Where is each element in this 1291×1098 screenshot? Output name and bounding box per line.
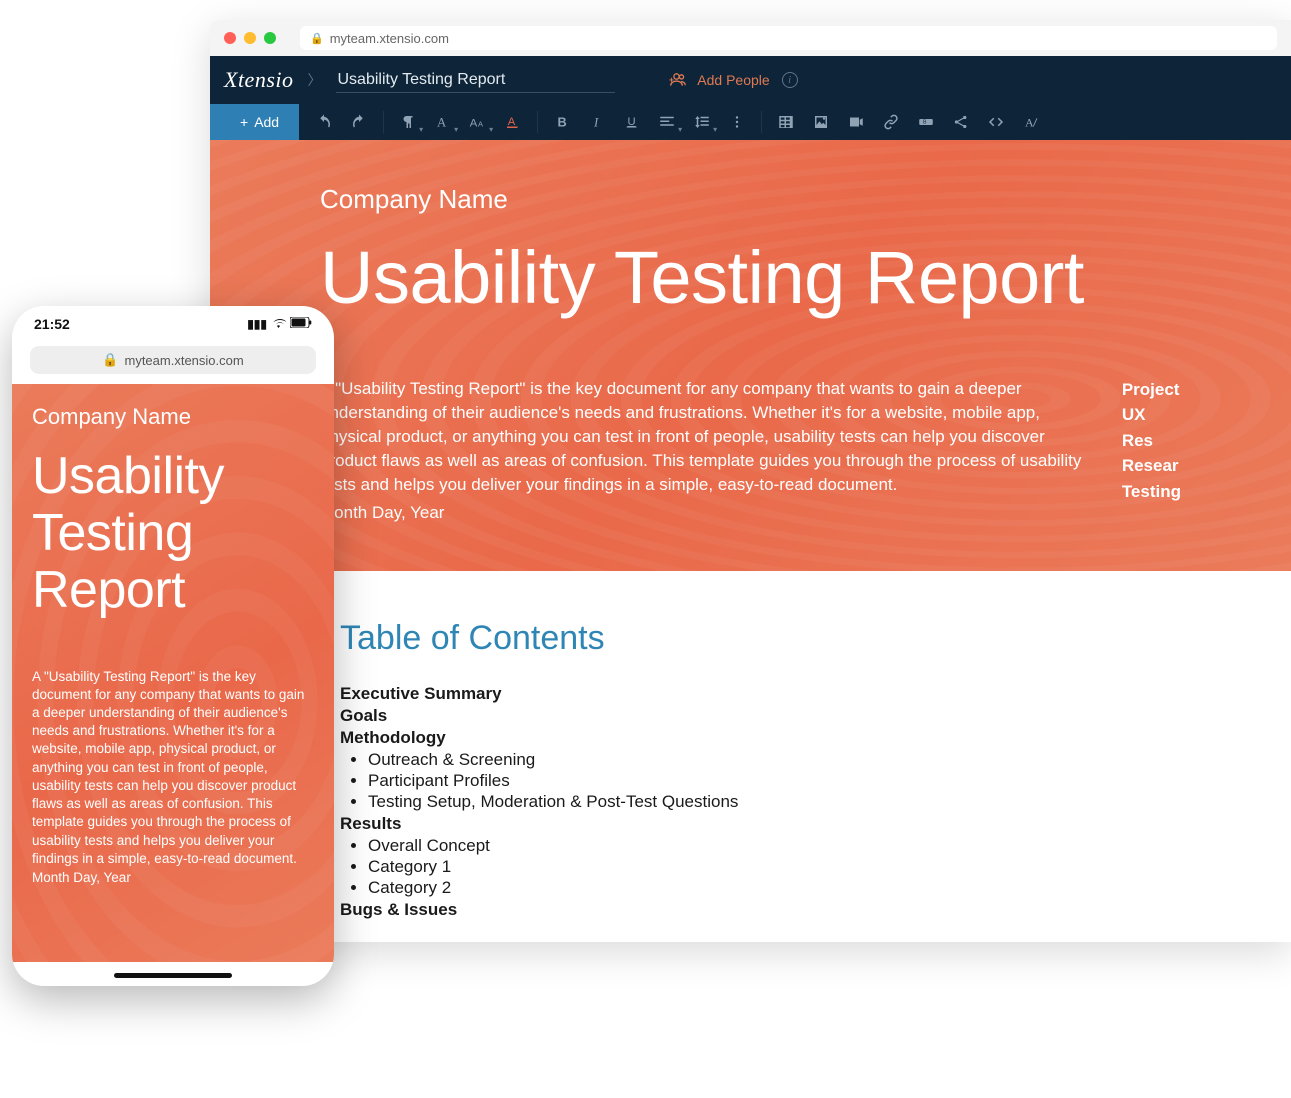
table-button[interactable] <box>769 104 803 140</box>
add-label: Add <box>254 114 279 130</box>
document-heading[interactable]: Usability Testing Report <box>320 239 1181 317</box>
wifi-icon <box>271 317 286 332</box>
toc-subitem[interactable]: Category 1 <box>368 857 1161 877</box>
toc-item[interactable]: Methodology <box>340 728 1161 748</box>
add-block-button[interactable]: + Add <box>210 104 299 140</box>
add-people-button[interactable]: + Add People i <box>669 71 797 90</box>
svg-text:A: A <box>478 120 483 129</box>
svg-text:A: A <box>1025 116 1034 130</box>
redo-button[interactable] <box>342 104 376 140</box>
paragraph-style-button[interactable]: ▾ <box>391 104 425 140</box>
mobile-status-icons: ▮▮▮ <box>247 317 312 332</box>
svg-text:A: A <box>470 118 478 130</box>
toc-item[interactable]: Goals <box>340 706 1161 726</box>
close-window-button[interactable] <box>224 32 236 44</box>
mobile-date: Month Day, Year <box>32 870 314 885</box>
image-button[interactable] <box>804 104 838 140</box>
browser-chrome: 🔒 myteam.xtensio.com <box>210 20 1291 56</box>
mobile-document-heading: Usability Testing Report <box>32 448 314 620</box>
svg-text:+: + <box>669 74 674 84</box>
align-button[interactable]: ▾ <box>650 104 684 140</box>
mobile-preview: 21:52 ▮▮▮ 🔒 myteam.xtensio.com Company N… <box>12 306 334 986</box>
more-format-button[interactable] <box>720 104 754 140</box>
toc-item[interactable]: Results <box>340 814 1161 834</box>
desktop-browser-window: 🔒 myteam.xtensio.com Xtensio 〉 Usability… <box>210 20 1291 942</box>
url-text: myteam.xtensio.com <box>330 31 449 46</box>
mobile-company-name: Company Name <box>32 404 314 430</box>
plus-icon: + <box>240 114 248 130</box>
document-canvas[interactable]: Company Name Usability Testing Report A … <box>210 140 1291 942</box>
hero-section: Company Name Usability Testing Report A … <box>210 140 1291 571</box>
toc-subitem[interactable]: Participant Profiles <box>368 771 1161 791</box>
hero-meta-line: UX Res <box>1122 402 1181 453</box>
company-name[interactable]: Company Name <box>320 184 1181 215</box>
lock-icon: 🔒 <box>102 352 118 368</box>
content-section[interactable]: Table of Contents Executive Summary Goal… <box>210 571 1291 942</box>
mobile-url-bar[interactable]: 🔒 myteam.xtensio.com <box>30 346 316 374</box>
font-family-button[interactable]: A▾ <box>426 104 460 140</box>
breadcrumb-chevron-icon: 〉 <box>308 70 322 90</box>
mobile-time: 21:52 <box>34 316 70 332</box>
editor-toolbar: + Add ▾ A▾ AA▾ A B I U ▾ ▾ B A <box>210 104 1291 140</box>
maximize-window-button[interactable] <box>264 32 276 44</box>
bold-button[interactable]: B <box>545 104 579 140</box>
typography-button[interactable]: A <box>1014 104 1048 140</box>
traffic-lights <box>224 32 276 44</box>
share-button[interactable] <box>944 104 978 140</box>
code-button[interactable] <box>979 104 1013 140</box>
hero-meta-line: Testing <box>1122 479 1181 505</box>
line-height-button[interactable]: ▾ <box>685 104 719 140</box>
video-button[interactable] <box>839 104 873 140</box>
app-header: Xtensio 〉 Usability Testing Report + Add… <box>210 56 1291 104</box>
svg-text:A: A <box>437 116 447 130</box>
add-people-label: Add People <box>697 72 769 88</box>
signal-icon: ▮▮▮ <box>247 317 267 331</box>
font-color-button[interactable]: A <box>496 104 530 140</box>
toc-subitem[interactable]: Testing Setup, Moderation & Post-Test Qu… <box>368 792 1161 812</box>
font-size-button[interactable]: AA▾ <box>461 104 495 140</box>
mobile-home-indicator[interactable] <box>114 973 232 978</box>
mobile-status-bar: 21:52 ▮▮▮ <box>12 306 334 342</box>
app-logo[interactable]: Xtensio <box>224 67 294 93</box>
mobile-url-text: myteam.xtensio.com <box>124 353 243 368</box>
toc-heading[interactable]: Table of Contents <box>340 619 1161 658</box>
hero-date[interactable]: Month Day, Year <box>320 503 1092 523</box>
toc-item[interactable]: Bugs & Issues <box>340 900 1161 920</box>
hero-description[interactable]: A "Usability Testing Report" is the key … <box>320 377 1092 498</box>
svg-text:U: U <box>628 116 636 128</box>
toc-subitem[interactable]: Outreach & Screening <box>368 750 1161 770</box>
svg-text:B: B <box>558 115 567 130</box>
underline-button[interactable]: U <box>615 104 649 140</box>
hero-metadata[interactable]: Project UX Res Resear Testing <box>1122 377 1181 524</box>
toc-subitem[interactable]: Overall Concept <box>368 836 1161 856</box>
battery-icon <box>290 317 312 331</box>
link-button[interactable] <box>874 104 908 140</box>
button-insert-button[interactable]: B <box>909 104 943 140</box>
info-icon[interactable]: i <box>782 72 798 88</box>
mobile-description: A "Usability Testing Report" is the key … <box>32 668 314 868</box>
svg-text:A: A <box>508 116 516 128</box>
toc-item[interactable]: Executive Summary <box>340 684 1161 704</box>
add-people-icon: + <box>669 71 689 90</box>
toc-subitem[interactable]: Category 2 <box>368 878 1161 898</box>
lock-icon: 🔒 <box>310 32 324 45</box>
undo-button[interactable] <box>307 104 341 140</box>
mobile-document[interactable]: Company Name Usability Testing Report A … <box>12 384 334 962</box>
svg-text:I: I <box>593 116 599 130</box>
document-title-input[interactable]: Usability Testing Report <box>336 68 616 93</box>
url-bar[interactable]: 🔒 myteam.xtensio.com <box>300 26 1277 50</box>
minimize-window-button[interactable] <box>244 32 256 44</box>
italic-button[interactable]: I <box>580 104 614 140</box>
hero-meta-line: Project <box>1122 377 1181 403</box>
svg-text:B: B <box>923 120 927 126</box>
hero-meta-line: Resear <box>1122 453 1181 479</box>
